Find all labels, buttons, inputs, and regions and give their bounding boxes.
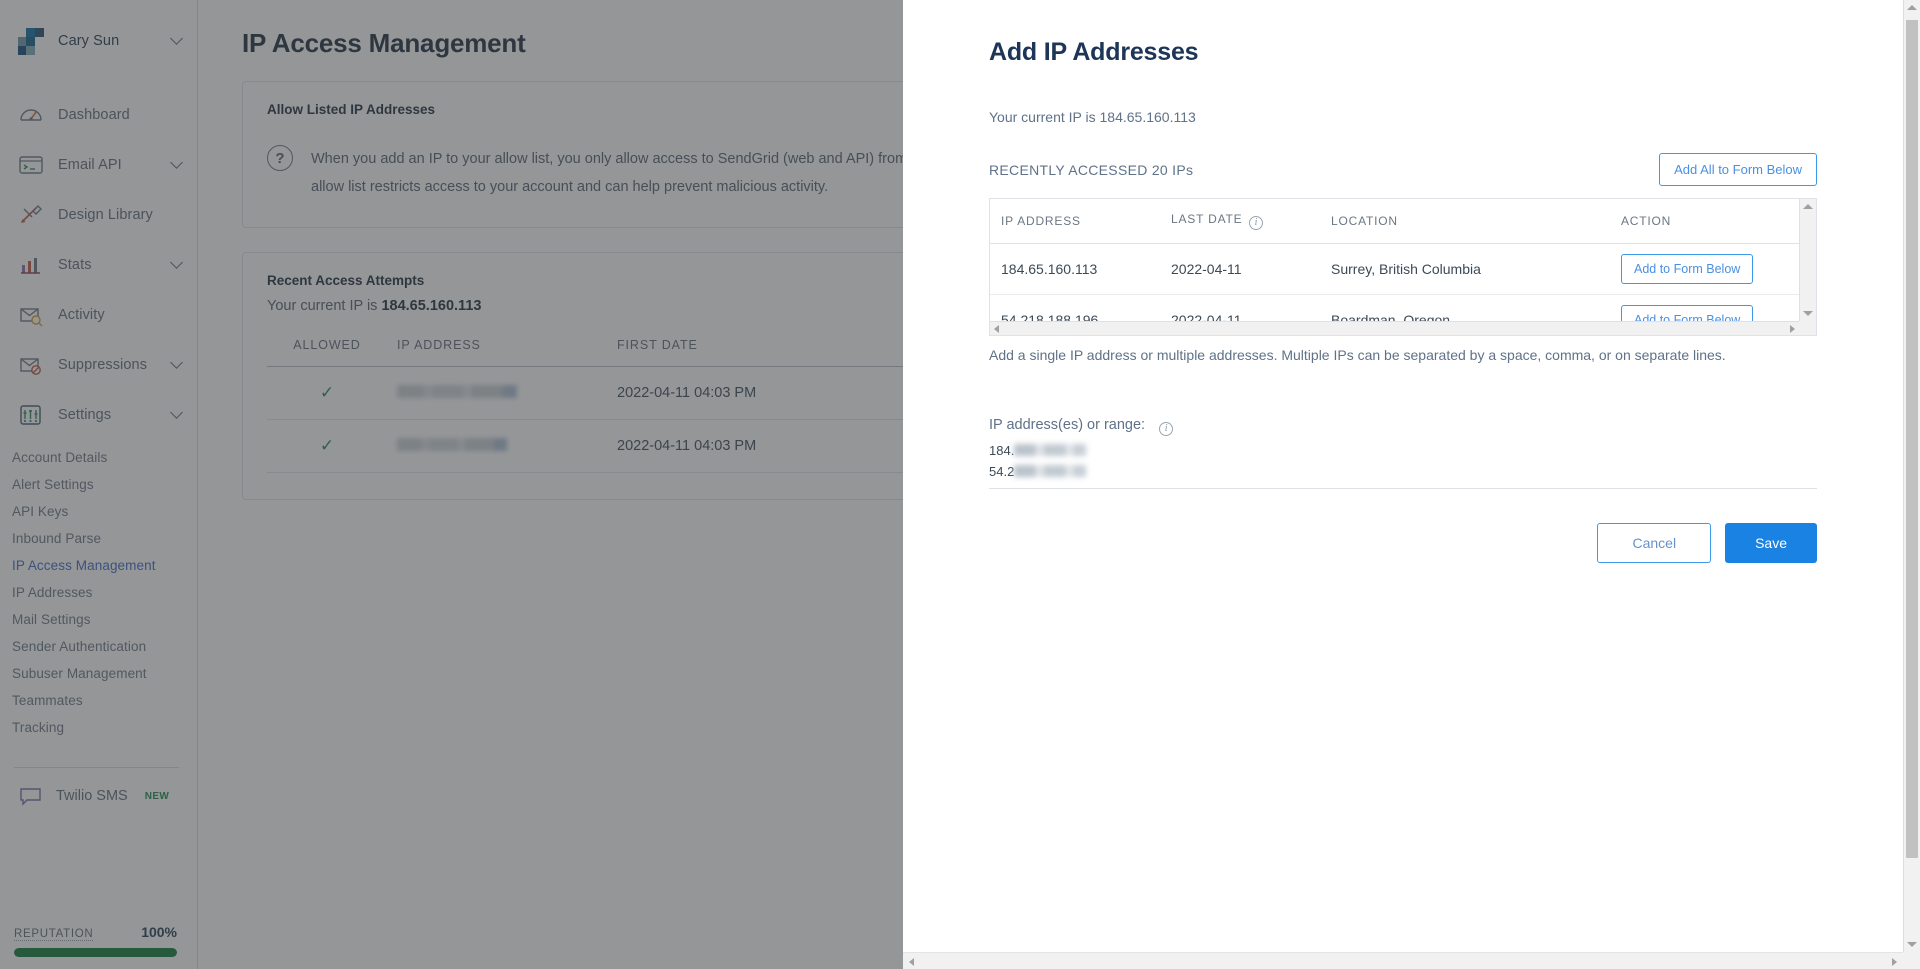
redacted-ip — [1014, 443, 1087, 456]
table-row: 54.218.188.196 2022-04-11 Boardman, Oreg… — [990, 294, 1799, 321]
add-to-form-below-button[interactable]: Add to Form Below — [1621, 304, 1754, 321]
modal-current-ip: Your current IP is 184.65.160.113 — [989, 109, 1196, 125]
ip-cell: 184.65.160.113 — [990, 243, 1160, 295]
ip-field-label-text: IP address(es) or range: — [989, 417, 1146, 433]
window-scrollbar-thumb[interactable] — [1906, 20, 1918, 858]
column-action: ACTION — [1610, 199, 1799, 244]
scroll-up-arrow-icon[interactable] — [1803, 204, 1813, 209]
window-scrollbar-corner — [1903, 952, 1920, 969]
add-ip-addresses-modal: Add IP Addresses Your current IP is 184.… — [903, 0, 1903, 955]
column-ip-address: IP ADDRESS — [990, 199, 1160, 244]
scroll-right-arrow-icon[interactable] — [1790, 325, 1795, 333]
table-vertical-scrollbar[interactable] — [1799, 199, 1816, 321]
add-to-form-below-button[interactable]: Add to Form Below — [1621, 253, 1754, 284]
info-icon[interactable]: i — [1159, 421, 1174, 436]
table-horizontal-scrollbar[interactable] — [990, 321, 1799, 335]
scroll-down-arrow-icon[interactable] — [1907, 942, 1917, 947]
redacted-ip — [1014, 464, 1087, 477]
location-cell: Boardman, Oregon — [1320, 294, 1610, 321]
window-vertical-scrollbar[interactable] — [1903, 0, 1920, 969]
ip-input-line-prefix: 184. — [989, 442, 1015, 458]
recently-accessed-table-wrap: IP ADDRESS LAST DATE i LOCATION ACTION 18… — [989, 198, 1817, 336]
screen: Cary Sun Dashboard Email API — [0, 0, 1920, 969]
table-row: 184.65.160.113 2022-04-11 Surrey, Britis… — [990, 243, 1799, 295]
ip-cell: 54.218.188.196 — [990, 294, 1160, 321]
location-cell: Surrey, British Columbia — [1320, 243, 1610, 295]
scroll-left-arrow-icon[interactable] — [909, 958, 914, 966]
last-date-cell: 2022-04-11 — [1160, 243, 1320, 295]
input-hint-text: Add a single IP address or multiple addr… — [989, 347, 1726, 363]
info-icon[interactable]: i — [1249, 215, 1264, 230]
table-header-row: IP ADDRESS LAST DATE i LOCATION ACTION — [990, 199, 1799, 244]
column-last-date: LAST DATE i — [1160, 199, 1320, 244]
column-location: LOCATION — [1320, 199, 1610, 244]
scroll-right-arrow-icon[interactable] — [1892, 958, 1897, 966]
ip-field-label: IP address(es) or range: i — [989, 417, 1817, 436]
modal-actions: Cancel Save — [989, 522, 1817, 563]
ip-input-line: 184. — [989, 440, 1817, 461]
column-last-date-label: LAST DATE — [1171, 212, 1243, 226]
scrollbar-corner — [1799, 321, 1816, 335]
modal-title: Add IP Addresses — [989, 38, 1199, 66]
scroll-left-arrow-icon[interactable] — [994, 325, 999, 333]
scroll-up-arrow-icon[interactable] — [1907, 5, 1917, 10]
ip-input-line: 54.2 — [989, 461, 1817, 482]
scroll-down-arrow-icon[interactable] — [1803, 311, 1813, 316]
ip-input-line-prefix: 54.2 — [989, 463, 1015, 479]
add-all-to-form-below-button[interactable]: Add All to Form Below — [1659, 153, 1817, 186]
save-button[interactable]: Save — [1725, 522, 1817, 563]
recently-accessed-table-scroll: IP ADDRESS LAST DATE i LOCATION ACTION 18… — [990, 199, 1799, 321]
modal-horizontal-scrollbar[interactable] — [903, 952, 1903, 969]
ip-addresses-input[interactable]: 184. 54.2 — [989, 440, 1817, 489]
recently-accessed-label: RECENTLY ACCESSED 20 IPs — [989, 161, 1194, 178]
cancel-button[interactable]: Cancel — [1597, 522, 1712, 563]
last-date-cell: 2022-04-11 — [1160, 294, 1320, 321]
recently-accessed-table: IP ADDRESS LAST DATE i LOCATION ACTION 18… — [990, 199, 1799, 321]
